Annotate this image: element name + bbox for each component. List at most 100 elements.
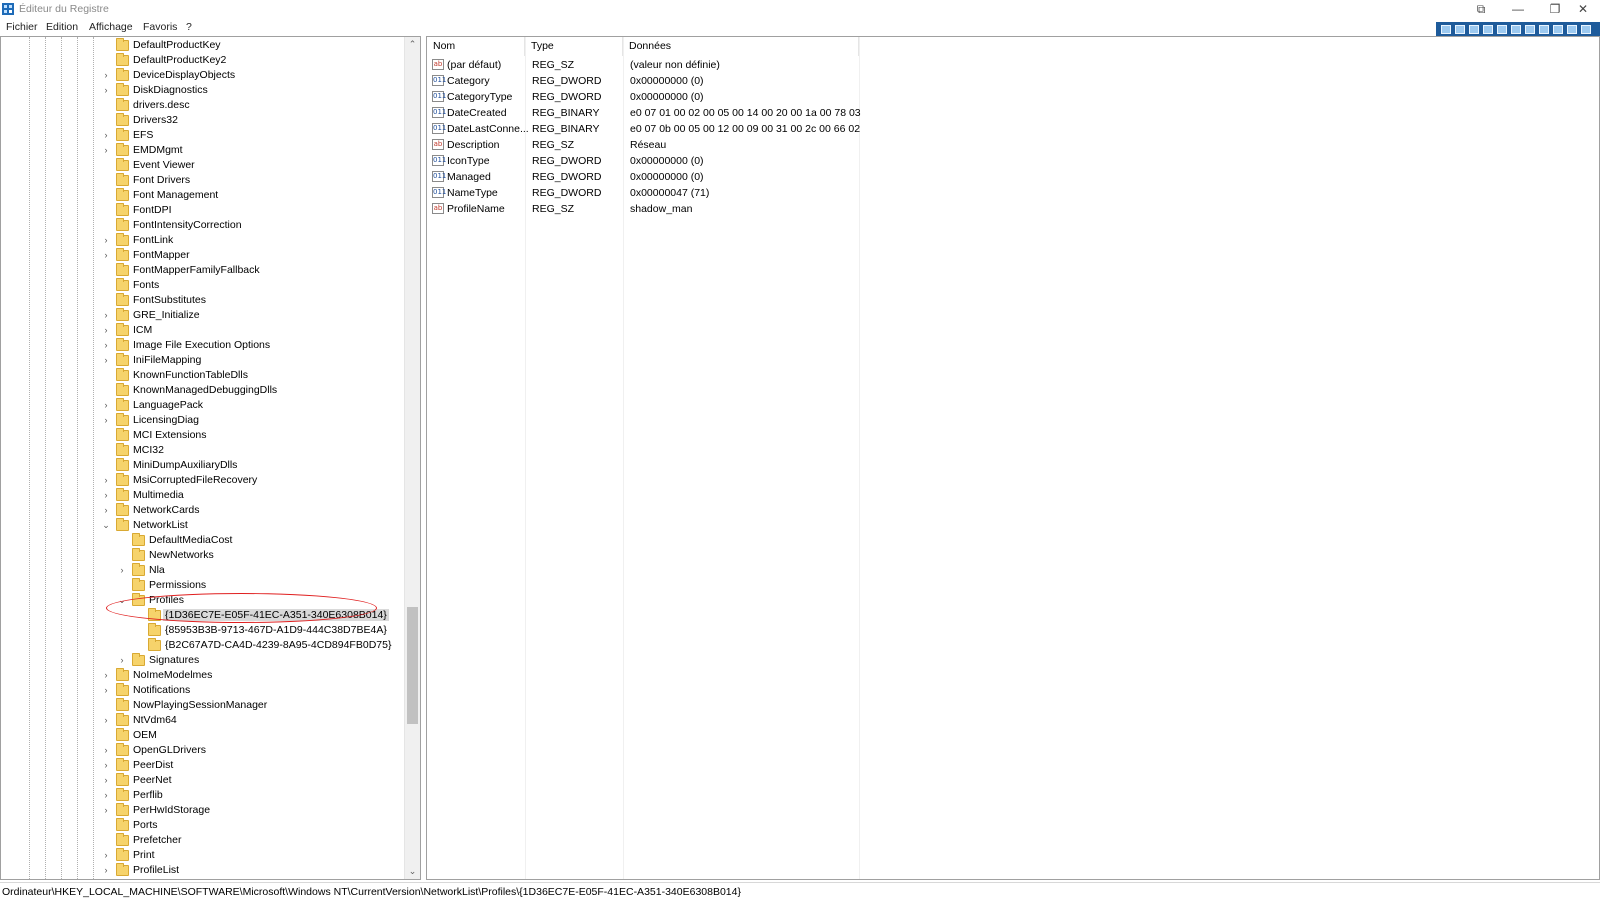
- tree-item[interactable]: Ports: [1, 818, 405, 833]
- tree-item[interactable]: › DeviceDisplayObjects: [1, 68, 405, 83]
- tree-item[interactable]: {85953B3B-9713-467D-A1D9-444C38D7BE4A}: [1, 623, 405, 638]
- tree-item[interactable]: {B2C67A7D-CA4D-4239-8A95-4CD894FB0D75}: [1, 638, 405, 653]
- expand-chevron-icon[interactable]: ›: [101, 743, 111, 758]
- tree-item[interactable]: drivers.desc: [1, 98, 405, 113]
- expand-chevron-icon[interactable]: ›: [101, 848, 111, 863]
- tree-item[interactable]: › EFS: [1, 128, 405, 143]
- tree-item[interactable]: › Multimedia: [1, 488, 405, 503]
- tree-item[interactable]: › OpenGLDrivers: [1, 743, 405, 758]
- value-row[interactable]: 011 IconType REG_DWORD 0x00000000 (0): [427, 154, 1327, 169]
- tree-item[interactable]: Event Viewer: [1, 158, 405, 173]
- expand-chevron-icon[interactable]: ›: [101, 758, 111, 773]
- tree-item[interactable]: › Perflib: [1, 788, 405, 803]
- expand-chevron-icon[interactable]: ›: [101, 248, 111, 263]
- tree-item[interactable]: Fonts: [1, 278, 405, 293]
- expand-chevron-icon[interactable]: ›: [101, 128, 111, 143]
- tree-item[interactable]: MiniDumpAuxiliaryDlls: [1, 458, 405, 473]
- tree-item[interactable]: ⌄ NetworkList: [1, 518, 405, 533]
- menu-favoris[interactable]: Favoris: [143, 21, 177, 33]
- tree-item[interactable]: DefaultMediaCost: [1, 533, 405, 548]
- close-button[interactable]: ✕: [1565, 0, 1600, 19]
- collapse-chevron-icon[interactable]: ⌄: [117, 593, 127, 608]
- tree-item[interactable]: › EMDMgmt: [1, 143, 405, 158]
- column-header-type[interactable]: Type: [525, 37, 623, 56]
- value-row[interactable]: 011 Category REG_DWORD 0x00000000 (0): [427, 74, 1327, 89]
- tree-item[interactable]: Drivers32: [1, 113, 405, 128]
- tree-item[interactable]: › PeerDist: [1, 758, 405, 773]
- tree-item[interactable]: › Notifications: [1, 683, 405, 698]
- expand-chevron-icon[interactable]: ›: [101, 413, 111, 428]
- value-row[interactable]: ab ProfileName REG_SZ shadow_man: [427, 202, 1327, 217]
- tree-item[interactable]: › LicensingDiag: [1, 413, 405, 428]
- value-row[interactable]: ab (par défaut) REG_SZ (valeur non définie): [427, 58, 1327, 73]
- tree-item[interactable]: › GRE_Initialize: [1, 308, 405, 323]
- tree-item[interactable]: › DiskDiagnostics: [1, 83, 405, 98]
- expand-chevron-icon[interactable]: ›: [101, 323, 111, 338]
- tree-item[interactable]: Font Management: [1, 188, 405, 203]
- tree-item[interactable]: › NtVdm64: [1, 713, 405, 728]
- tree-item[interactable]: › Nla: [1, 563, 405, 578]
- tree-item[interactable]: › NetworkCards: [1, 503, 405, 518]
- tree-item[interactable]: › MsiCorruptedFileRecovery: [1, 473, 405, 488]
- column-header-name[interactable]: Nom: [427, 37, 525, 56]
- pin-button[interactable]: ⧉: [1463, 0, 1499, 19]
- tree-item[interactable]: FontMapperFamilyFallback: [1, 263, 405, 278]
- expand-chevron-icon[interactable]: ›: [101, 338, 111, 353]
- scroll-down-icon[interactable]: ⌄: [405, 864, 420, 879]
- expand-chevron-icon[interactable]: ›: [101, 473, 111, 488]
- tree-item[interactable]: › IniFileMapping: [1, 353, 405, 368]
- value-row[interactable]: 011 Managed REG_DWORD 0x00000000 (0): [427, 170, 1327, 185]
- tree-item[interactable]: NewNetworks: [1, 548, 405, 563]
- column-header-data[interactable]: Données: [623, 37, 859, 56]
- tree-item[interactable]: › NoImeModelmes: [1, 668, 405, 683]
- tree-item[interactable]: › Signatures: [1, 653, 405, 668]
- tree-item[interactable]: › FontLink: [1, 233, 405, 248]
- value-row[interactable]: 011 DateLastConne... REG_BINARY e0 07 0b 00…: [427, 122, 1327, 137]
- tree-item[interactable]: › ProfileList: [1, 863, 405, 878]
- tree-item[interactable]: KnownFunctionTableDlls: [1, 368, 405, 383]
- value-row[interactable]: 011 NameType REG_DWORD 0x00000047 (71): [427, 186, 1327, 201]
- value-row[interactable]: 011 CategoryType REG_DWORD 0x00000000 (0): [427, 90, 1327, 105]
- scroll-up-icon[interactable]: ⌃: [405, 37, 420, 52]
- expand-chevron-icon[interactable]: ›: [101, 503, 111, 518]
- expand-chevron-icon[interactable]: ›: [117, 563, 127, 578]
- expand-chevron-icon[interactable]: ›: [101, 143, 111, 158]
- expand-chevron-icon[interactable]: ›: [101, 668, 111, 683]
- tree-item[interactable]: › PerHwIdStorage: [1, 803, 405, 818]
- menu-edition[interactable]: Edition: [46, 21, 78, 33]
- values-list[interactable]: Nom Type Données ab (par défaut) REG_SZ (va…: [426, 36, 1600, 880]
- tree-item[interactable]: OEM: [1, 728, 405, 743]
- menu-fichier[interactable]: Fichier: [6, 21, 38, 33]
- value-row[interactable]: 011 DateCreated REG_BINARY e0 07 01 00 02 0…: [427, 106, 1327, 121]
- tree-item[interactable]: MCI Extensions: [1, 428, 405, 443]
- expand-chevron-icon[interactable]: ›: [101, 803, 111, 818]
- expand-chevron-icon[interactable]: ›: [101, 353, 111, 368]
- expand-chevron-icon[interactable]: ›: [101, 488, 111, 503]
- tree-item[interactable]: Font Drivers: [1, 173, 405, 188]
- tree-item[interactable]: › FontMapper: [1, 248, 405, 263]
- expand-chevron-icon[interactable]: ›: [117, 653, 127, 668]
- tree-item[interactable]: › Print: [1, 848, 405, 863]
- expand-chevron-icon[interactable]: ›: [101, 863, 111, 878]
- tree-item[interactable]: › Image File Execution Options: [1, 338, 405, 353]
- tree-item[interactable]: › LanguagePack: [1, 398, 405, 413]
- tree-item[interactable]: {1D36EC7E-E05F-41EC-A351-340E6308B014}: [1, 608, 405, 623]
- value-row[interactable]: ab Description REG_SZ Réseau: [427, 138, 1327, 153]
- expand-chevron-icon[interactable]: ›: [101, 773, 111, 788]
- expand-chevron-icon[interactable]: ›: [101, 398, 111, 413]
- minimize-button[interactable]: —: [1500, 0, 1536, 19]
- tree-item[interactable]: DefaultProductKey2: [1, 53, 405, 68]
- menu-affichage[interactable]: Affichage: [89, 21, 133, 33]
- expand-chevron-icon[interactable]: ›: [101, 68, 111, 83]
- tree-item[interactable]: DefaultProductKey: [1, 38, 405, 53]
- tree-item[interactable]: ⌄ Profiles: [1, 593, 405, 608]
- expand-chevron-icon[interactable]: ›: [101, 713, 111, 728]
- expand-chevron-icon[interactable]: ›: [101, 683, 111, 698]
- tree-item[interactable]: NowPlayingSessionManager: [1, 698, 405, 713]
- tree-item[interactable]: › ICM: [1, 323, 405, 338]
- tree-scrollbar[interactable]: ⌃ ⌄: [404, 37, 420, 879]
- tree-item[interactable]: MCI32: [1, 443, 405, 458]
- expand-chevron-icon[interactable]: ›: [101, 788, 111, 803]
- collapse-chevron-icon[interactable]: ⌄: [101, 518, 111, 533]
- expand-chevron-icon[interactable]: ›: [101, 83, 111, 98]
